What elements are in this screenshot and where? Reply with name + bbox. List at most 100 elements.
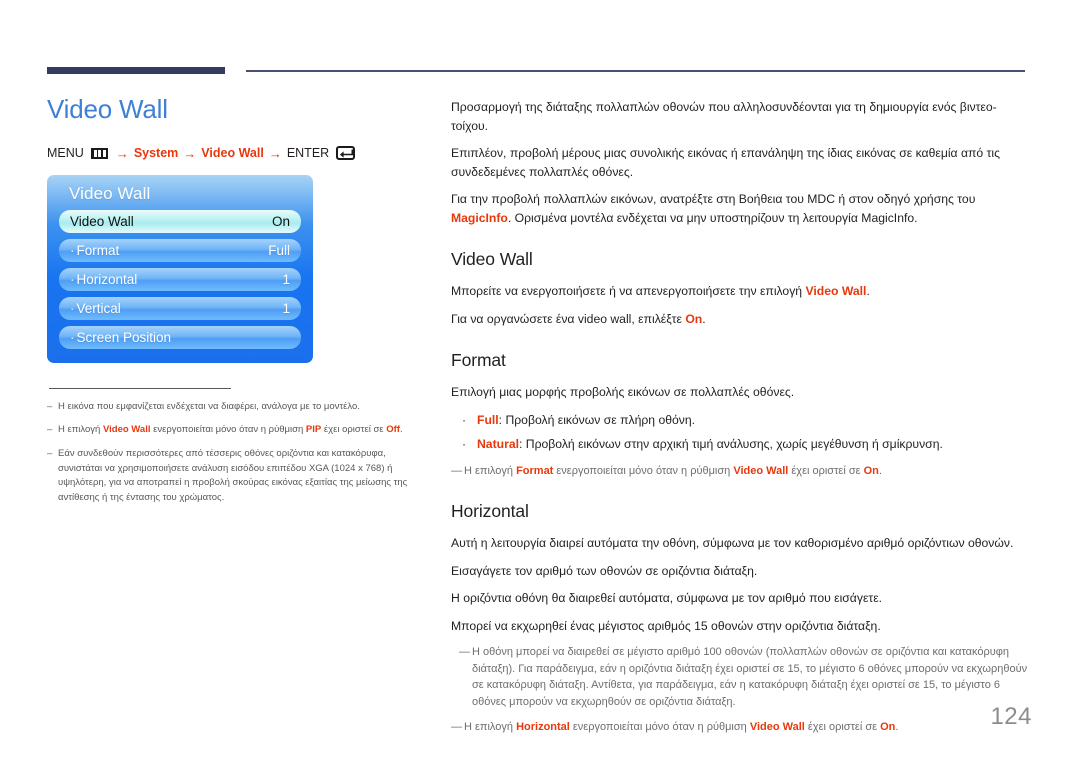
highlighted-term: Full bbox=[477, 412, 499, 427]
body-paragraph: Εισαγάγετε τον αριθμό των οθονών σε οριζ… bbox=[451, 562, 1029, 581]
note-text: Η οθόνη μπορεί να διαιρεθεί σε μέγιστο α… bbox=[472, 644, 1029, 710]
header-accent-bar bbox=[47, 67, 225, 74]
highlighted-term: Video Wall bbox=[805, 284, 867, 299]
menu-bars-icon bbox=[90, 147, 108, 159]
osd-row-label: · Vertical bbox=[70, 301, 121, 316]
body-paragraph: Για την προβολή πολλαπλών εικόνων, ανατρ… bbox=[451, 190, 1029, 227]
osd-row-prefix-dot: · bbox=[70, 300, 75, 316]
highlighted-term: PIP bbox=[305, 424, 322, 436]
section-list: Video Wall Μπορείτε να ενεργοποιήσετε ή ν… bbox=[451, 249, 1029, 735]
body-paragraph: Επιπλέον, προβολή μέρους μιας συνολικής … bbox=[451, 144, 1029, 181]
section-heading: Horizontal bbox=[451, 501, 529, 522]
right-column: Προσαρμογή της διάταξης πολλαπλών οθονών… bbox=[451, 98, 1029, 736]
osd-row-label-text: Vertical bbox=[76, 300, 121, 316]
breadcrumb-arrow-2: → bbox=[183, 145, 197, 161]
note-dash: — bbox=[451, 464, 462, 477]
intro-paragraphs: Προσαρμογή της διάταξης πολλαπλών οθονών… bbox=[451, 98, 1029, 227]
section-heading: Video Wall bbox=[451, 249, 533, 270]
highlighted-term: On bbox=[880, 721, 896, 734]
footnote-divider bbox=[49, 387, 231, 389]
highlighted-term: Video Wall bbox=[749, 721, 805, 734]
text-run: Μπορεί να εκχωρηθεί ένας μέγιστος αριθμό… bbox=[451, 618, 881, 633]
left-column: Video Wall MENU → System → Video Wall → … bbox=[47, 95, 432, 515]
left-footnote-list: – Η εικόνα που εμφανίζεται ενδέχεται να δ… bbox=[47, 400, 432, 506]
text-run: ενεργοποιείται μόνο όταν η ρύθμιση bbox=[553, 464, 734, 477]
text-run: . bbox=[878, 464, 882, 477]
footnote-item: – Η εικόνα που εμφανίζεται ενδέχεται να δ… bbox=[47, 400, 432, 415]
highlighted-term: Natural bbox=[477, 437, 519, 452]
text-run: Προσαρμογή της διάταξης πολλαπλών οθονών… bbox=[451, 100, 997, 133]
footnote-dash: – bbox=[47, 448, 53, 460]
note-item: — Η επιλογή Format ενεργοποιείται μόνο ότ… bbox=[451, 463, 1029, 480]
text-run: . bbox=[702, 311, 706, 326]
osd-row-label: Video Wall bbox=[70, 214, 134, 229]
osd-row-prefix-dot: · bbox=[70, 271, 75, 287]
section-heading: Format bbox=[451, 350, 506, 371]
osd-row[interactable]: · Format Full bbox=[59, 238, 301, 262]
bullet-marker: · bbox=[461, 437, 467, 452]
text-run: έχει οριστεί σε bbox=[321, 424, 387, 436]
highlighted-term: Format bbox=[516, 464, 554, 477]
text-run: Επιπλέον, προβολή μέρους μιας συνολικής … bbox=[451, 146, 1000, 179]
bullet-text: Full: Προβολή εικόνων σε πλήρη οθόνη. bbox=[477, 411, 695, 429]
text-run: Εισαγάγετε τον αριθμό των οθονών σε οριζ… bbox=[451, 563, 758, 578]
text-run: Για να οργανώσετε ένα video wall, επιλέξ… bbox=[451, 311, 686, 326]
breadcrumb-arrow-1: → bbox=[115, 145, 129, 161]
note-item: — Η οθόνη μπορεί να διαιρεθεί σε μέγιστο … bbox=[459, 644, 1029, 710]
text-run: . Ορισμένα μοντέλα ενδέχεται να μην υποσ… bbox=[507, 210, 918, 225]
highlighted-term: Video Wall bbox=[102, 424, 151, 436]
header-rule-line bbox=[246, 70, 1025, 72]
text-run: ενεργοποιείται μόνο όταν η ρύθμιση bbox=[150, 424, 306, 436]
body-paragraph: Επιλογή μιας μορφής προβολής εικόνων σε … bbox=[451, 383, 1029, 402]
breadcrumb-arrow-3: → bbox=[268, 145, 282, 161]
osd-row[interactable]: Video Wall On bbox=[59, 209, 301, 233]
body-paragraph: Προσαρμογή της διάταξης πολλαπλών οθονών… bbox=[451, 98, 1029, 135]
text-run: Η επιλογή bbox=[464, 464, 517, 477]
highlighted-term: Off bbox=[386, 424, 400, 436]
bullet-item: · Natural: Προβολή εικόνων στην αρχική τι… bbox=[451, 435, 1029, 453]
body-paragraph: Αυτή η λειτουργία διαιρεί αυτόματα την ο… bbox=[451, 534, 1029, 553]
osd-row[interactable]: · Screen Position bbox=[59, 325, 301, 349]
note-text: Η επιλογή Format ενεργοποιείται μόνο ότα… bbox=[464, 463, 882, 480]
osd-row-list: Video Wall On · Format Full · Horizontal 1 · Vert… bbox=[59, 209, 301, 349]
text-run: Η εικόνα που εμφανίζεται ενδέχεται να δι… bbox=[58, 400, 360, 412]
text-run: Επιλογή μιας μορφής προβολής εικόνων σε … bbox=[451, 385, 795, 400]
breadcrumb: MENU → System → Video Wall → ENTER bbox=[47, 146, 432, 161]
footnote-text: Η εικόνα που εμφανίζεται ενδέχεται να δι… bbox=[58, 400, 432, 415]
osd-menu-panel[interactable]: Video Wall Video Wall On · Format Full · Horiz… bbox=[47, 174, 313, 363]
body-paragraph: Η οριζόντια οθόνη θα διαιρεθεί αυτόματα,… bbox=[451, 589, 1029, 608]
highlighted-term: Horizontal bbox=[516, 721, 570, 734]
breadcrumb-videowall: Video Wall bbox=[201, 146, 264, 161]
osd-row-label: · Format bbox=[70, 243, 119, 258]
enter-return-icon bbox=[336, 146, 356, 161]
text-run: Η οθόνη μπορεί να διαιρεθεί σε μέγιστο α… bbox=[472, 646, 1028, 708]
text-run: Μπορείτε να ενεργοποιήσετε ή να απενεργο… bbox=[451, 284, 806, 299]
footnote-text: Η επιλογή Video Wall ενεργοποιείται μόνο… bbox=[58, 423, 432, 438]
breadcrumb-menu-label: MENU bbox=[47, 146, 84, 161]
highlighted-term: On bbox=[863, 464, 879, 477]
osd-row-label-text: Horizontal bbox=[76, 271, 138, 287]
text-run: ενεργοποιείται μόνο όταν η ρύθμιση bbox=[569, 721, 750, 734]
body-paragraph: Για να οργανώσετε ένα video wall, επιλέξ… bbox=[451, 310, 1029, 329]
text-run: Αυτή η λειτουργία διαιρεί αυτόματα την ο… bbox=[451, 536, 1014, 551]
manual-page: Video Wall MENU → System → Video Wall → … bbox=[0, 0, 1080, 763]
osd-row-label-text: Format bbox=[76, 242, 120, 258]
text-run: : Προβολή εικόνων σε πλήρη οθόνη. bbox=[498, 412, 696, 427]
text-run: : Προβολή εικόνων στην αρχική τιμή ανάλυ… bbox=[519, 437, 943, 452]
osd-row-value: 1 bbox=[282, 300, 290, 316]
note-dash: — bbox=[451, 721, 462, 734]
bullet-text: Natural: Προβολή εικόνων στην αρχική τιμ… bbox=[477, 435, 943, 453]
footnote-item: – Εάν συνδεθούν περισσότερες από τέσσερις… bbox=[47, 447, 432, 506]
osd-row[interactable]: · Vertical 1 bbox=[59, 296, 301, 320]
text-run: έχει οριστεί σε bbox=[788, 464, 864, 477]
footnote-item: – Η επιλογή Video Wall ενεργοποιείται μόν… bbox=[47, 423, 432, 438]
highlighted-term: MagicInfo bbox=[451, 210, 508, 225]
page-number: 124 bbox=[990, 703, 1032, 730]
osd-row-prefix-dot: · bbox=[70, 242, 75, 258]
osd-row[interactable]: · Horizontal 1 bbox=[59, 267, 301, 291]
note-text: Η επιλογή Horizontal ενεργοποιείται μόνο… bbox=[464, 719, 898, 736]
footnote-dash: – bbox=[47, 424, 53, 436]
osd-panel-title: Video Wall bbox=[69, 183, 151, 203]
bullet-marker: · bbox=[461, 412, 467, 427]
osd-row-value: 1 bbox=[282, 271, 290, 287]
